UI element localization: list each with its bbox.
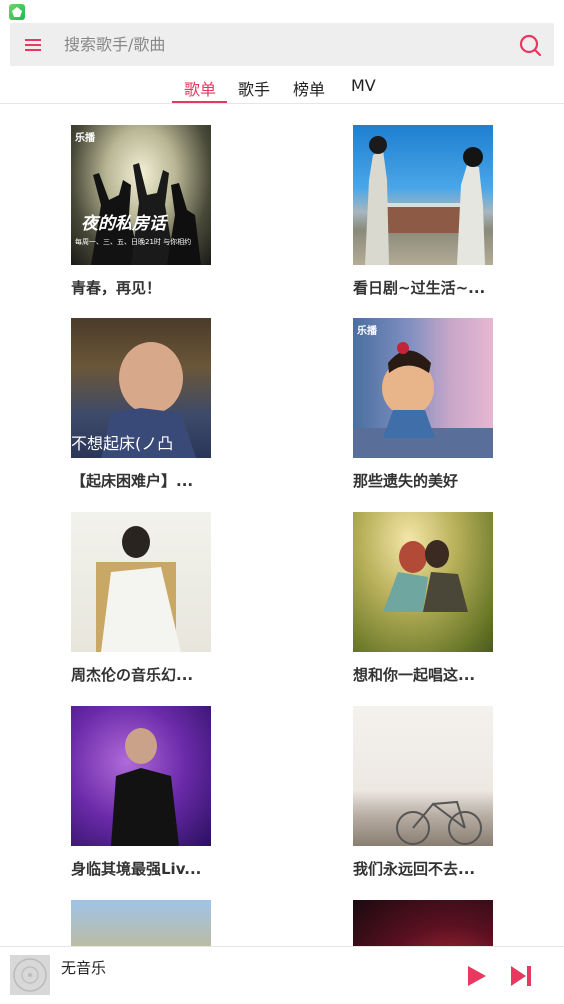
search-bar bbox=[10, 23, 554, 66]
cover-subcaption: 每周一、三、五、日晚21时 与你相约 bbox=[75, 238, 192, 246]
playlist-card[interactable]: 想和你一起唱这... bbox=[353, 512, 503, 685]
playlist-title: 身临其境最强Liv... bbox=[71, 860, 202, 878]
playlist-title: 看日剧~过生活~... bbox=[353, 279, 486, 297]
playlist-cover bbox=[353, 706, 493, 846]
playlist-grid: 乐播 夜的私房话 每周一、三、五、日晚21时 与你相约 青春，再见！ 看日剧~过… bbox=[0, 104, 564, 946]
cover-watermark: 乐播 bbox=[75, 133, 95, 144]
status-bar bbox=[0, 0, 564, 22]
album-art-placeholder[interactable] bbox=[10, 955, 50, 995]
playlist-cover: 乐播 bbox=[353, 318, 493, 458]
cover-caption: 夜的私房话 bbox=[81, 214, 166, 234]
tab-singers[interactable]: 歌手 bbox=[238, 76, 270, 100]
playlist-card[interactable] bbox=[353, 900, 503, 946]
cover-watermark: 乐播 bbox=[357, 326, 377, 337]
category-tabs: 歌单 歌手 榜单 MV bbox=[0, 72, 564, 104]
mini-player: 无音乐 bbox=[0, 946, 564, 1004]
playlist-cover bbox=[71, 900, 211, 946]
playlist-cover bbox=[71, 512, 211, 652]
playlist-title: 我们永远回不去... bbox=[353, 860, 476, 878]
search-input[interactable] bbox=[64, 23, 504, 66]
playlist-cover: 不想起床(ノ凸 bbox=[71, 318, 211, 458]
menu-icon[interactable] bbox=[24, 35, 44, 55]
playlist-title: 青春，再见！ bbox=[71, 279, 162, 297]
playlist-card[interactable]: 看日剧~过生活~... bbox=[353, 125, 503, 298]
tab-charts[interactable]: 榜单 bbox=[293, 76, 325, 100]
playlist-card[interactable]: 我们永远回不去... bbox=[353, 706, 503, 879]
playlist-title: 【起床困难户】... bbox=[71, 472, 194, 490]
playlist-card[interactable]: 身临其境最强Liv... bbox=[71, 706, 221, 879]
app-notification-icon bbox=[9, 4, 25, 20]
playlist-card[interactable]: 不想起床(ノ凸 【起床困难户】... bbox=[71, 318, 221, 491]
playlist-title: 想和你一起唱这... bbox=[353, 666, 476, 684]
cover-caption: 不想起床(ノ凸 bbox=[71, 434, 174, 453]
playlist-card[interactable]: 乐播 夜的私房话 每周一、三、五、日晚21时 与你相约 青春，再见！ bbox=[71, 125, 221, 298]
now-playing-title: 无音乐 bbox=[61, 959, 107, 977]
playlist-cover bbox=[353, 512, 493, 652]
playlist-cover: 乐播 夜的私房话 每周一、三、五、日晚21时 与你相约 bbox=[71, 125, 211, 265]
search-icon[interactable] bbox=[518, 33, 542, 57]
next-track-icon[interactable] bbox=[509, 964, 533, 988]
playlist-cover bbox=[353, 125, 493, 265]
tab-mv[interactable]: MV bbox=[351, 76, 376, 95]
playlist-cover bbox=[353, 900, 493, 946]
tab-playlists[interactable]: 歌单 bbox=[184, 76, 216, 100]
active-tab-indicator bbox=[172, 101, 227, 103]
playlist-title: 那些遗失的美好 bbox=[353, 472, 459, 490]
disc-icon bbox=[13, 958, 47, 992]
playlist-card[interactable] bbox=[71, 900, 221, 946]
playlist-cover bbox=[71, 706, 211, 846]
playlist-card[interactable]: 乐播 那些遗失的美好 bbox=[353, 318, 503, 491]
playlist-card[interactable]: 周杰伦の音乐幻... bbox=[71, 512, 221, 685]
playlist-title: 周杰伦の音乐幻... bbox=[71, 666, 194, 684]
play-icon[interactable] bbox=[466, 964, 488, 988]
